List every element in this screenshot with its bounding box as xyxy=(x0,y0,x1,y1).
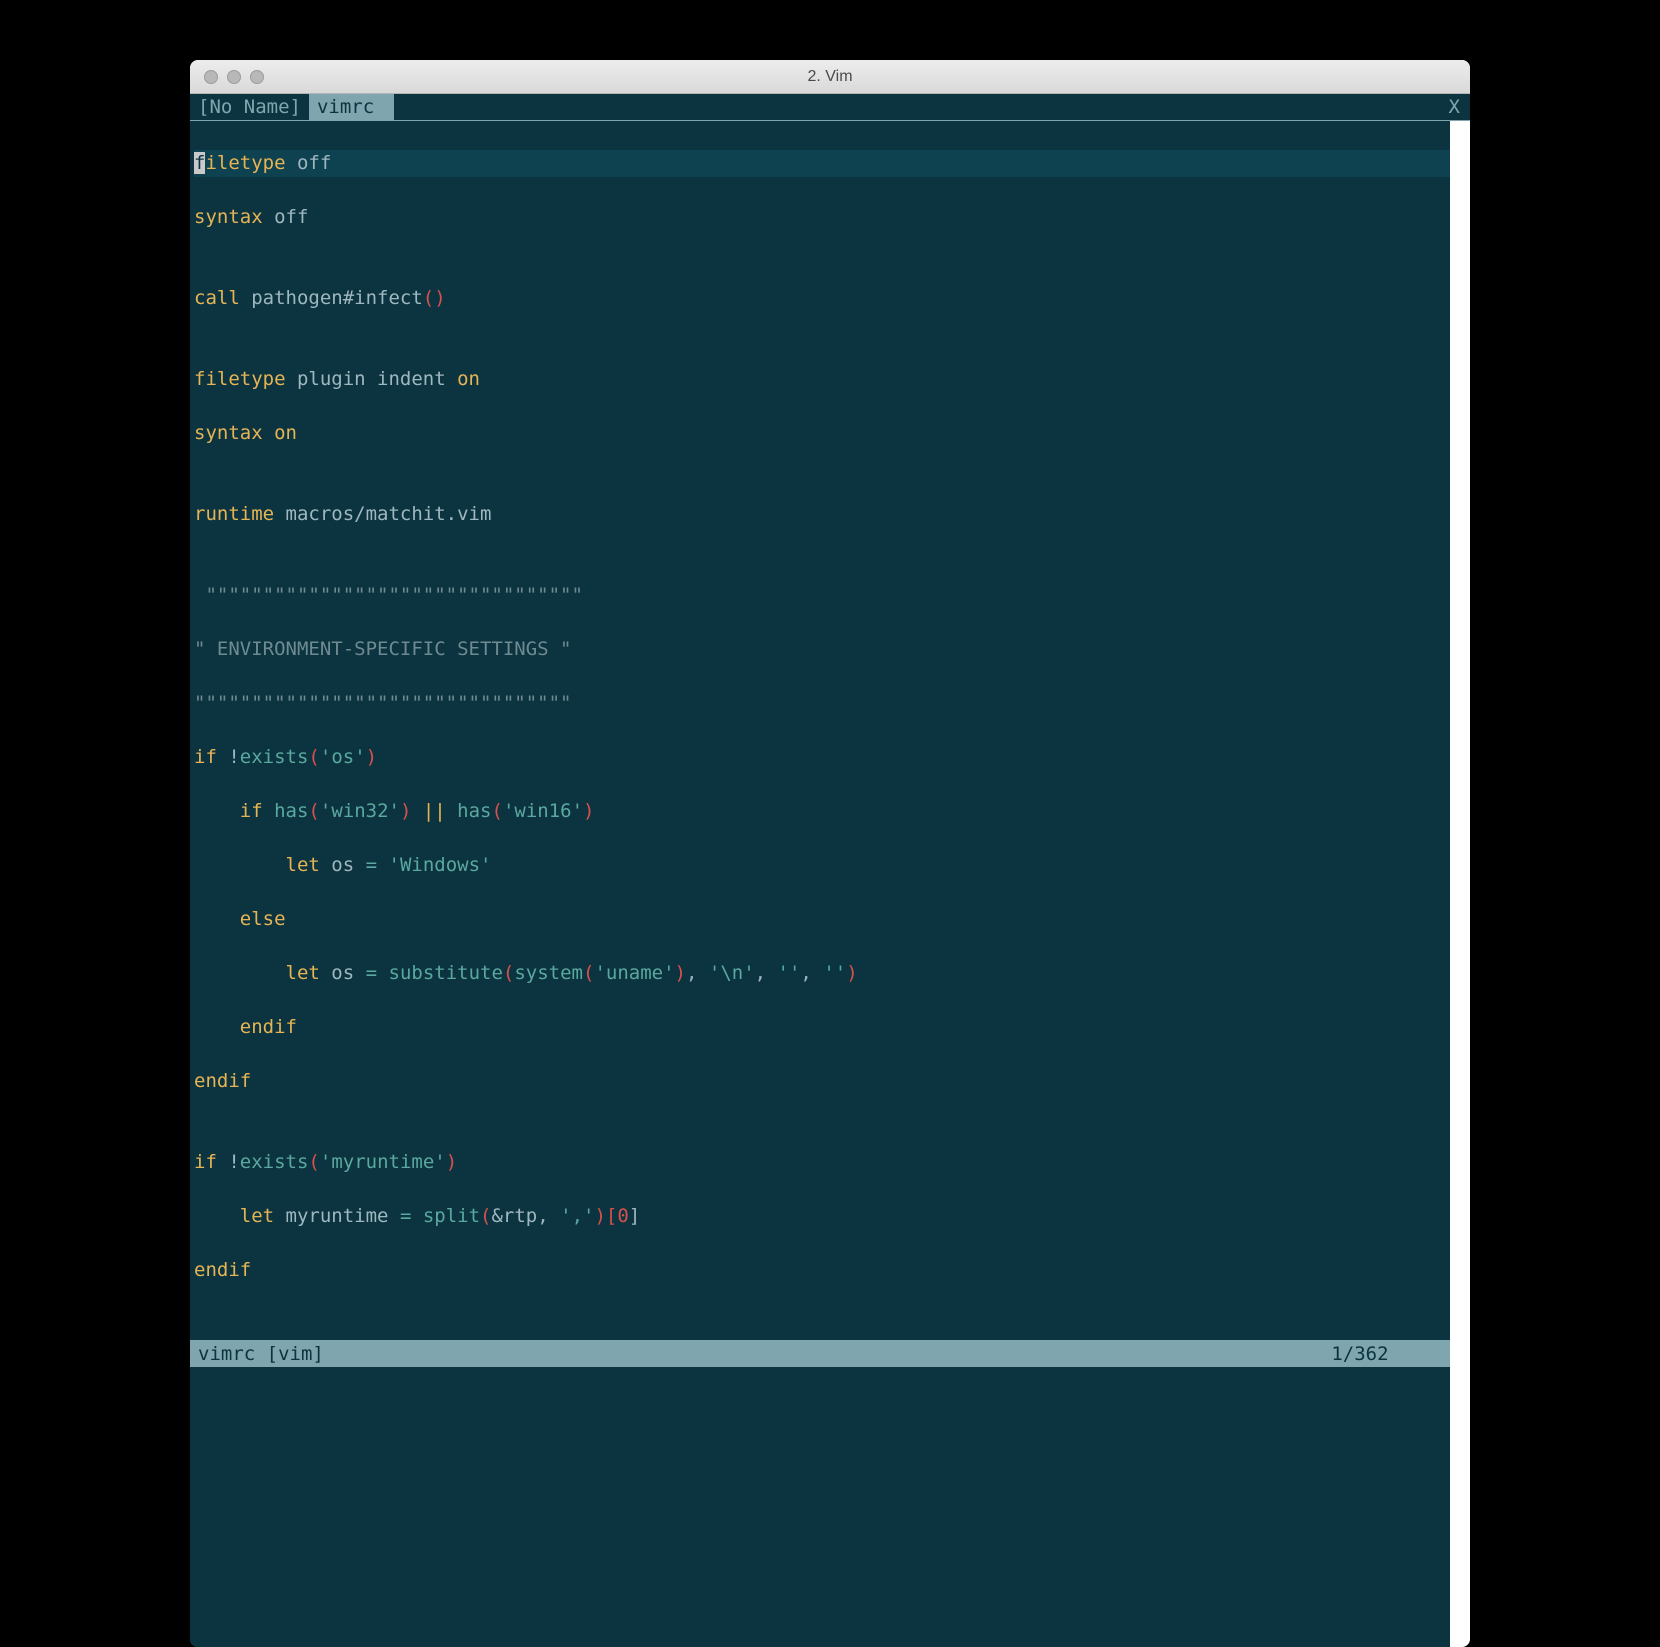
tab-no-name[interactable]: [No Name] xyxy=(190,94,309,120)
terminal-area: [No Name] vimrc X filetype off syntax of… xyxy=(190,94,1470,1647)
tab-vimrc-label: vimrc xyxy=(317,96,374,118)
app-window: 2. Vim [No Name] vimrc X filetype off sy… xyxy=(190,60,1470,1647)
code-line: let os = substitute(system('uname'), '\n… xyxy=(194,960,1466,987)
vim-tabline: [No Name] vimrc X xyxy=(190,94,1470,121)
code-line: runtime macros/matchit.vim xyxy=(194,501,1466,528)
code-line: """"""""""""""""""""""""""""""""" xyxy=(194,582,1466,609)
code-line: endif xyxy=(194,1068,1466,1095)
minimize-window-button[interactable] xyxy=(227,70,241,84)
editor[interactable]: filetype off syntax off call pathogen#in… xyxy=(190,121,1470,1340)
close-window-button[interactable] xyxy=(204,70,218,84)
code-line: let os = 'Windows' xyxy=(194,852,1466,879)
empty-below xyxy=(190,1367,1470,1647)
status-position: 1/362 xyxy=(1331,1343,1388,1365)
status-file: vimrc [vim] xyxy=(198,1343,324,1365)
zoom-window-button[interactable] xyxy=(250,70,264,84)
titlebar[interactable]: 2. Vim xyxy=(190,60,1470,94)
code-line: if !exists('os') xyxy=(194,744,1466,771)
cursor: f xyxy=(194,152,205,174)
status-right: 1/362 1 xyxy=(1331,1343,1460,1365)
tab-vimrc[interactable]: vimrc xyxy=(309,94,394,120)
tab-close-icon[interactable]: X xyxy=(1449,96,1470,118)
code-line: call pathogen#infect() xyxy=(194,285,1466,312)
code-line: syntax off xyxy=(194,204,1466,231)
vim-statusline: vimrc [vim] 1/362 1 xyxy=(190,1340,1470,1367)
code-line: " ENVIRONMENT-SPECIFIC SETTINGS " xyxy=(194,636,1466,663)
traffic-lights xyxy=(190,70,264,84)
window-title: 2. Vim xyxy=(190,68,1470,86)
code-line: filetype plugin indent on xyxy=(194,366,1466,393)
code-line: endif xyxy=(194,1014,1466,1041)
code-line: let myruntime = split(&rtp, ',')[0] xyxy=(194,1203,1466,1230)
code-line: syntax on xyxy=(194,420,1466,447)
code-line: endif xyxy=(194,1257,1466,1284)
code-line: if has('win32') || has('win16') xyxy=(194,798,1466,825)
code-line: else xyxy=(194,906,1466,933)
code-line: filetype off xyxy=(194,150,1466,177)
code-line: if !exists('myruntime') xyxy=(194,1149,1466,1176)
right-gutter xyxy=(1450,121,1470,1647)
code-line: """"""""""""""""""""""""""""""""" xyxy=(194,690,1466,717)
